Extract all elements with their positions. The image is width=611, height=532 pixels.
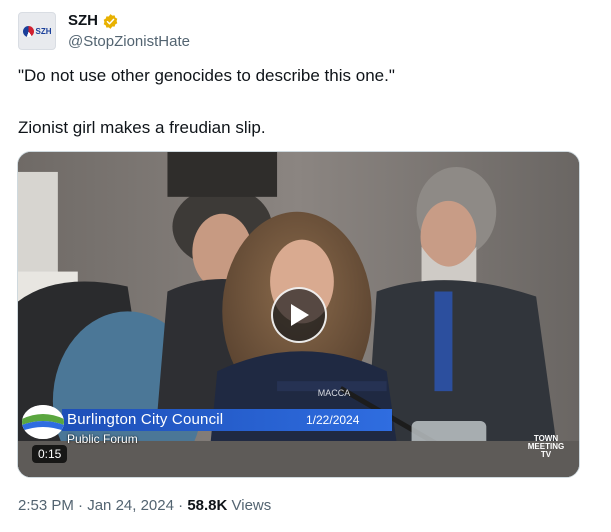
author-names: SZH @StopZionistHate <box>68 12 190 52</box>
display-name[interactable]: SZH <box>68 12 98 31</box>
views-count: 58.8K <box>187 497 228 514</box>
post-date[interactable]: Jan 24, 2024 <box>87 497 174 514</box>
verified-badge-icon[interactable] <box>102 13 119 30</box>
avatar-text: SZH <box>35 26 52 36</box>
avatar[interactable]: SZH <box>18 12 56 50</box>
handle[interactable]: @StopZionistHate <box>68 33 190 52</box>
video-player[interactable]: Burlington City Council 1/22/2024 Public… <box>17 151 580 478</box>
separator-2: · <box>178 497 184 514</box>
name-row: SZH <box>68 12 190 31</box>
council-logo-icon <box>22 405 64 439</box>
shirt-text: MACCA <box>317 388 351 398</box>
lower-third-title: Burlington City Council <box>67 411 224 428</box>
tweet-header: SZH SZH @StopZionistHate <box>18 12 190 52</box>
lower-third-date: 1/22/2024 <box>306 413 360 427</box>
lower-third-caption: Burlington City Council 1/22/2024 Public… <box>18 405 579 449</box>
lower-third-subtitle: Public Forum <box>67 432 138 446</box>
play-icon <box>290 303 309 326</box>
pepsi-style-logo-icon <box>22 25 34 37</box>
council-logo-graphic <box>22 405 64 439</box>
video-duration: 0:15 <box>32 445 68 463</box>
views-label: Views <box>231 497 272 514</box>
post-time[interactable]: 2:53 PM <box>18 497 74 514</box>
separator-1: · <box>78 497 84 514</box>
tweet-text-line-1: "Do not use other genocides to describe … <box>18 66 395 85</box>
town-meeting-tv-logo-icon: TOWN MEETING TV <box>523 435 569 459</box>
play-button[interactable] <box>270 286 327 343</box>
tweet-text-line-2: Zionist girl makes a freudian slip. <box>18 118 266 137</box>
channel-logo-text: TOWN MEETING TV <box>527 434 565 459</box>
tweet-footer: 2:53 PM · Jan 24, 2024 · 58.8K Views <box>18 497 271 514</box>
